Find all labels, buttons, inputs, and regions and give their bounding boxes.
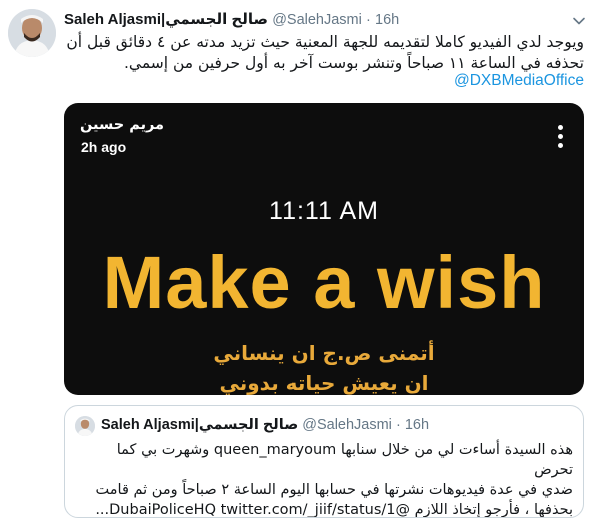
media-posted-ago: 2h ago xyxy=(81,139,127,155)
avatar[interactable] xyxy=(8,9,56,57)
chevron-down-icon[interactable] xyxy=(572,14,586,28)
quoted-author-handle: @SalehJasmi xyxy=(302,417,392,433)
quoted-avatar xyxy=(75,416,95,436)
quoted-author-name: Saleh Aljasmi|صالح الجسمي xyxy=(101,417,299,433)
quoted-timestamp: 16h xyxy=(404,417,430,433)
quoted-text-line: بحذفها ، فأرجو إتخاذ اللازم @DubaiPolice… xyxy=(95,502,573,518)
quoted-tweet[interactable]: Saleh Aljasmi|صالح الجسمي @SalehJasmi · … xyxy=(64,405,584,518)
media-arabic-line: أتمنى ص.ج ان ينساني xyxy=(213,341,435,365)
separator-dot: · xyxy=(395,417,401,433)
quoted-avatar-image xyxy=(75,416,95,436)
quoted-text: هذه السيدة أساءت لي من خلال سنابها queen… xyxy=(75,440,573,518)
tweet-text-line: ويوجد لدي الفيديو كاملا لتقديمه للجهة ال… xyxy=(66,33,584,51)
media-arabic-line: ان يعيش حياته بدوني xyxy=(219,371,429,395)
tweet-timestamp[interactable]: 16h xyxy=(375,12,399,28)
quoted-text-line: هذه السيدة أساءت لي من خلال سنابها queen… xyxy=(116,442,573,478)
media-poster-name: مريم حسين xyxy=(80,117,165,133)
media-clock-text: 11:11 AM xyxy=(269,197,379,225)
tweet-header: Saleh Aljasmi|صالح الجسمي @SalehJasmi · … xyxy=(64,10,560,32)
media-image[interactable]: مريم حسين 2h ago 11:11 AM Make a wish أت… xyxy=(64,103,584,395)
quoted-text-line: ضدي في عدة فيديوهات نشرتها في حسابها الي… xyxy=(95,482,573,498)
author-handle[interactable]: @SalehJasmi xyxy=(272,12,362,28)
mention-link[interactable]: @DXBMediaOffice xyxy=(454,72,584,90)
media-headline: Make a wish xyxy=(102,241,546,324)
separator-dot: · xyxy=(366,12,371,28)
author-name[interactable]: Saleh Aljasmi|صالح الجسمي xyxy=(64,11,268,28)
avatar-image xyxy=(8,9,56,57)
tweet-text: ويوجد لدي الفيديو كاملا لتقديمه للجهة ال… xyxy=(64,32,584,74)
tweet-text-line: تحذفه في الساعة ١١ صباحاً وتنشر بوست آخر… xyxy=(123,54,584,72)
more-vertical-icon xyxy=(558,125,564,151)
quoted-header: Saleh Aljasmi|صالح الجسمي @SalehJasmi · … xyxy=(101,417,429,433)
